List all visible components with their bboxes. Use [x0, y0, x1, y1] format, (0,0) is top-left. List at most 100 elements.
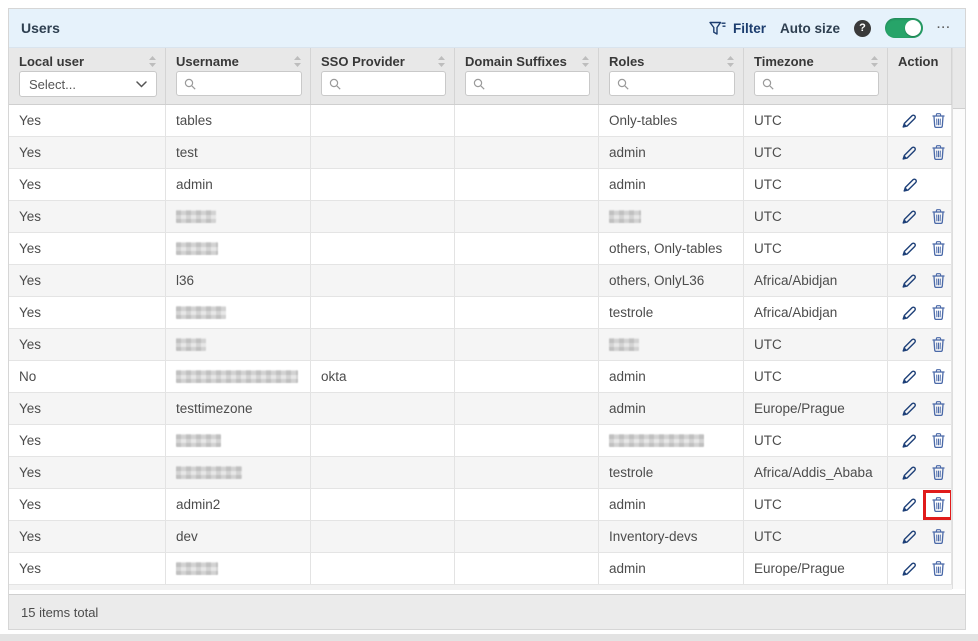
filter-select-local-user[interactable]: Select... — [19, 71, 157, 97]
redacted-username — [176, 242, 218, 255]
sort-icon[interactable] — [287, 55, 302, 68]
edit-button[interactable] — [901, 463, 917, 483]
filter-search-input-timezone[interactable] — [754, 71, 879, 96]
edit-button[interactable] — [901, 431, 917, 451]
delete-button[interactable] — [929, 463, 947, 483]
column-label: Timezone — [754, 54, 814, 69]
delete-highlight-box — [929, 399, 947, 419]
delete-button[interactable] — [929, 559, 947, 579]
cell-action — [888, 265, 952, 296]
delete-button[interactable] — [929, 239, 947, 259]
delete-button[interactable] — [929, 527, 947, 547]
redacted-username — [176, 434, 221, 447]
edit-button[interactable] — [901, 143, 917, 163]
column-header-username[interactable]: Username — [166, 48, 311, 104]
edit-button[interactable] — [901, 367, 917, 387]
delete-highlight-box — [929, 239, 947, 259]
column-header-sso-provider[interactable]: SSO Provider — [311, 48, 455, 104]
sort-icon[interactable] — [575, 55, 590, 68]
redacted-username — [176, 306, 226, 319]
more-menu-button[interactable]: ··· — [937, 22, 951, 34]
cell-domain-suffixes — [455, 393, 599, 424]
roles-value: admin — [609, 369, 646, 384]
delete-button[interactable] — [929, 399, 947, 419]
vertical-scrollbar[interactable] — [952, 48, 965, 589]
pencil-icon — [901, 529, 917, 545]
column-label: SSO Provider — [321, 54, 405, 69]
local-user-value: Yes — [19, 433, 41, 448]
chevron-down-icon — [136, 81, 147, 88]
help-icon[interactable]: ? — [854, 20, 871, 37]
edit-button[interactable] — [901, 111, 917, 131]
table-row: YestesttimezoneadminEurope/Prague — [9, 393, 952, 425]
timezone-value: UTC — [754, 337, 782, 352]
edit-button[interactable] — [901, 335, 917, 355]
sort-icon[interactable] — [431, 55, 446, 68]
delete-button[interactable] — [929, 431, 947, 451]
edit-button[interactable] — [901, 303, 917, 323]
local-user-value: Yes — [19, 209, 41, 224]
delete-button[interactable] — [929, 367, 947, 387]
edit-button[interactable] — [901, 559, 917, 579]
edit-button[interactable] — [901, 175, 919, 195]
table-row: YestestroleAfrica/Abidjan — [9, 297, 952, 329]
delete-button[interactable] — [929, 207, 947, 227]
pencil-icon — [901, 369, 917, 385]
delete-button[interactable] — [929, 271, 947, 291]
cell-username — [166, 553, 311, 584]
cell-sso-provider: okta — [311, 361, 455, 392]
filter-search-input-domain-suffixes[interactable] — [465, 71, 590, 96]
cell-roles: admin — [599, 553, 744, 584]
table-row: YesUTC — [9, 201, 952, 233]
cell-sso-provider — [311, 489, 455, 520]
filter-search-input-sso-provider[interactable] — [321, 71, 446, 96]
delete-button[interactable] — [929, 495, 947, 515]
cell-local-user: Yes — [9, 201, 166, 232]
cell-roles: Only-tables — [599, 105, 744, 136]
table-row: YesadminadminUTC — [9, 169, 952, 201]
column-header-domain-suffixes[interactable]: Domain Suffixes — [455, 48, 599, 104]
roles-value: testrole — [609, 465, 653, 480]
pencil-icon — [901, 209, 917, 225]
filter-search-input-username[interactable] — [176, 71, 302, 96]
username-value: testtimezone — [176, 401, 253, 416]
sort-icon[interactable] — [720, 55, 735, 68]
table-row: YestestadminUTC — [9, 137, 952, 169]
column-header-local-user[interactable]: Local userSelect... — [9, 48, 166, 104]
sort-icon[interactable] — [864, 55, 879, 68]
delete-button[interactable] — [929, 111, 947, 131]
cell-timezone: UTC — [744, 137, 888, 168]
column-header-roles[interactable]: Roles — [599, 48, 744, 104]
cell-sso-provider — [311, 169, 455, 200]
edit-button[interactable] — [901, 271, 917, 291]
cell-sso-provider — [311, 425, 455, 456]
sort-icon[interactable] — [142, 55, 157, 68]
trash-icon — [932, 241, 945, 256]
cell-action — [888, 553, 952, 584]
search-icon — [184, 78, 196, 90]
column-header-timezone[interactable]: Timezone — [744, 48, 888, 104]
horizontal-scrollbar[interactable] — [9, 585, 952, 590]
edit-button[interactable] — [901, 527, 917, 547]
cell-domain-suffixes — [455, 521, 599, 552]
roles-value: Only-tables — [609, 113, 677, 128]
edit-button[interactable] — [901, 207, 917, 227]
edit-button[interactable] — [901, 239, 917, 259]
delete-button[interactable] — [929, 143, 947, 163]
table-row: YestestroleAfrica/Addis_Ababa — [9, 457, 952, 489]
edit-button[interactable] — [901, 495, 917, 515]
local-user-value: Yes — [19, 337, 41, 352]
local-user-value: Yes — [19, 497, 41, 512]
delete-button[interactable] — [929, 335, 947, 355]
edit-button[interactable] — [901, 399, 917, 419]
timezone-value: UTC — [754, 433, 782, 448]
filter-search-input-roles[interactable] — [609, 71, 735, 96]
cell-username: dev — [166, 521, 311, 552]
local-user-value: Yes — [19, 305, 41, 320]
auto-size-toggle[interactable] — [885, 18, 923, 38]
trash-icon — [932, 305, 945, 320]
delete-button[interactable] — [929, 303, 947, 323]
table-row: NooktaadminUTC — [9, 361, 952, 393]
filter-button[interactable]: Filter — [709, 21, 766, 36]
redacted-roles — [609, 210, 641, 223]
